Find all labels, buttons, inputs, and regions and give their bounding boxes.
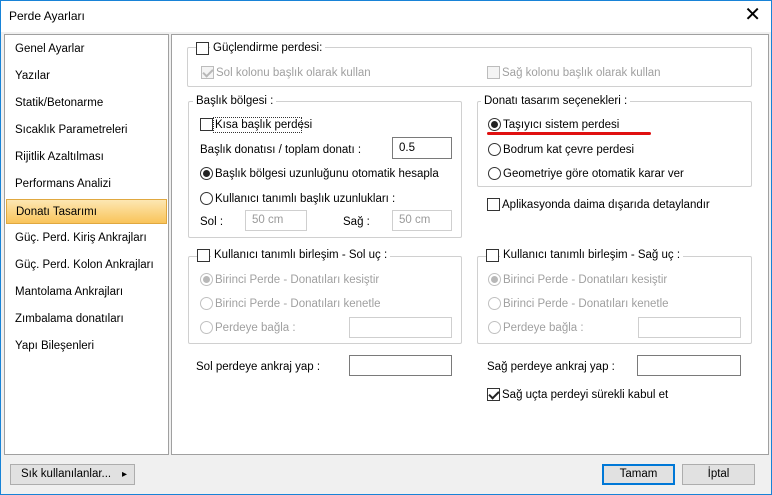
- left-length-label: Sol :: [200, 216, 224, 228]
- right-end-opt3-label: Perdeye bağla :: [503, 322, 584, 334]
- focus-rect: [213, 117, 302, 133]
- right-end-opt1-label: Birinci Perde - Donatıları kesiştir: [503, 274, 668, 286]
- sidebar-item-yapi-bilesenleri[interactable]: Yapı Bileşenleri: [6, 334, 167, 359]
- right-length-label: Sağ :: [343, 216, 370, 228]
- red-underline-annotation: [487, 132, 651, 135]
- short-header-checkbox[interactable]: [200, 118, 213, 131]
- left-end-label: Kullanıcı tanımlı birleşim - Sol uç :: [211, 248, 391, 262]
- option-otomatik-label: Geometriye göre otomatik karar ver: [503, 168, 684, 180]
- left-end-opt1-radio[interactable]: [200, 273, 213, 286]
- right-end-opt2-radio[interactable]: [488, 297, 501, 310]
- dialog-window: Perde Ayarları ✕ Genel Ayarlar Yazılar S…: [0, 0, 772, 495]
- sidebar-item-kiris-ankrajlari[interactable]: Güç. Perd. Kiriş Ankrajları: [6, 226, 167, 251]
- left-end-opt3-label: Perdeye bağla :: [215, 322, 296, 334]
- close-icon[interactable]: ✕: [744, 5, 761, 25]
- left-end-opt2-radio[interactable]: [200, 297, 213, 310]
- left-end-checkbox[interactable]: [197, 249, 210, 262]
- frequent-settings-label: Sık kullanılanlar...: [21, 468, 112, 480]
- left-anchor-input[interactable]: [349, 355, 452, 376]
- continuous-label: Sağ uçta perdeyi sürekli kabul et: [502, 389, 669, 401]
- chevron-right-icon: ▸: [121, 469, 127, 480]
- left-column-label: Sol kolonu başlık olarak kullan: [216, 67, 371, 79]
- ok-button[interactable]: Tamam: [602, 464, 675, 485]
- strengthening-label: Güçlendirme perdesi:: [210, 41, 326, 55]
- sidebar-item-statik-betonarme[interactable]: Statik/Betonarme: [6, 91, 167, 116]
- option-tasiyici-label: Taşıyıcı sistem perdesi: [503, 119, 620, 131]
- user-defined-radio[interactable]: [200, 192, 213, 205]
- ratio-input[interactable]: 0.5: [392, 137, 452, 159]
- option-bodrum-radio[interactable]: [488, 143, 501, 156]
- right-anchor-input[interactable]: [637, 355, 741, 376]
- right-end-opt1-radio[interactable]: [488, 273, 501, 286]
- window-title: Perde Ayarları: [9, 9, 85, 23]
- left-end-opt2-label: Birinci Perde - Donatıları kenetle: [215, 298, 381, 310]
- right-column-label: Sağ kolonu başlık olarak kullan: [502, 67, 661, 79]
- header-region-title: Başlık bölgesi :: [193, 94, 277, 108]
- sidebar-item-rijitlik[interactable]: Rijitlik Azaltılması: [6, 145, 167, 170]
- ratio-label: Başlık donatısı / toplam donatı :: [200, 144, 362, 156]
- left-length-input[interactable]: 50 cm: [245, 210, 307, 231]
- right-end-wall-input[interactable]: [638, 317, 741, 338]
- continuous-checkbox[interactable]: [487, 388, 500, 401]
- settings-sidebar: Genel Ayarlar Yazılar Statik/Betonarme S…: [4, 34, 169, 455]
- sidebar-item-zimbalama[interactable]: Zımbalama donatıları: [6, 307, 167, 332]
- frequent-settings-button[interactable]: Sık kullanılanlar... ▸: [10, 464, 135, 485]
- right-end-opt2-label: Birinci Perde - Donatıları kenetle: [503, 298, 669, 310]
- right-length-input[interactable]: 50 cm: [392, 210, 452, 231]
- right-column-checkbox[interactable]: [487, 66, 500, 79]
- option-tasiyici-radio[interactable]: [488, 118, 501, 131]
- left-end-opt1-label: Birinci Perde - Donatıları kesiştir: [215, 274, 380, 286]
- right-end-label: Kullanıcı tanımlı birleşim - Sağ uç :: [500, 248, 684, 262]
- left-end-wall-input[interactable]: [349, 317, 452, 338]
- right-end-opt3-radio[interactable]: [488, 321, 501, 334]
- sidebar-item-genel-ayarlar[interactable]: Genel Ayarlar: [6, 37, 167, 62]
- option-otomatik-radio[interactable]: [488, 167, 501, 180]
- title-bar: Perde Ayarları ✕: [1, 1, 771, 32]
- user-defined-label: Kullanıcı tanımlı başlık uzunlukları :: [215, 193, 396, 205]
- left-anchor-label: Sol perdeye ankraj yap :: [196, 361, 321, 373]
- sidebar-item-donati-tasarimi[interactable]: Donatı Tasarımı: [6, 199, 167, 224]
- application-detail-checkbox[interactable]: [487, 198, 500, 211]
- right-end-checkbox[interactable]: [486, 249, 499, 262]
- strengthening-checkbox[interactable]: [196, 42, 209, 55]
- sidebar-item-yazilar[interactable]: Yazılar: [6, 64, 167, 89]
- left-end-opt3-radio[interactable]: [200, 321, 213, 334]
- sidebar-item-performans[interactable]: Performans Analizi: [6, 172, 167, 197]
- sidebar-item-kolon-ankrajlari[interactable]: Güç. Perd. Kolon Ankrajları: [6, 253, 167, 278]
- sidebar-item-mantolama[interactable]: Mantolama Ankrajları: [6, 280, 167, 305]
- application-detail-label: Aplikasyonda daima dışarıda detaylandır: [502, 199, 710, 211]
- right-anchor-label: Sağ perdeye ankraj yap :: [487, 361, 615, 373]
- design-options-title: Donatı tasarım seçenekleri :: [481, 94, 631, 108]
- sidebar-item-sicaklik[interactable]: Sıcaklık Parametreleri: [6, 118, 167, 143]
- auto-calc-label: Başlık bölgesi uzunluğunu otomatik hesap…: [215, 168, 439, 180]
- cancel-button[interactable]: İptal: [682, 464, 755, 485]
- auto-calc-radio[interactable]: [200, 167, 213, 180]
- option-bodrum-label: Bodrum kat çevre perdesi: [503, 144, 635, 156]
- left-column-checkbox[interactable]: [201, 66, 214, 79]
